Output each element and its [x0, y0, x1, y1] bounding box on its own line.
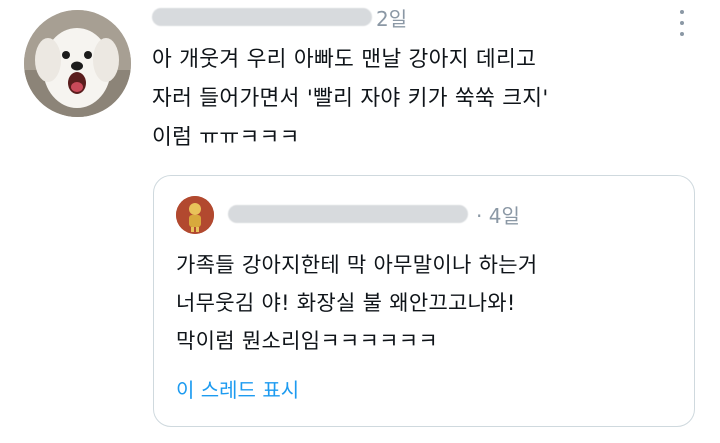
quoted-tweet-card[interactable]: · 4일 가족들 강아지한테 막 아무말이나 하는거 너무웃김 야! 화장실 불…	[153, 175, 695, 427]
tweet-header: 2일	[152, 3, 652, 32]
tweet-text: 아 개웃겨 우리 아빠도 맨날 강아지 데리고 자러 들어가면서 '빨리 자야 …	[152, 40, 692, 157]
quoted-tweet-header: · 4일	[228, 200, 520, 228]
show-thread-link[interactable]: 이 스레드 표시	[176, 374, 299, 403]
tweet-text-line: 이럼 ㅠㅠㅋㅋㅋ	[152, 125, 300, 150]
tweet-text-line: 아 개웃겨 우리 아빠도 맨날 강아지 데리고	[152, 47, 537, 72]
redacted-quoted-author-name	[228, 205, 468, 223]
dog-photo-icon	[24, 10, 131, 117]
quoted-text-line: 막이럼 뭔소리임ㅋㅋㅋㅋㅋㅋ	[176, 329, 439, 353]
quoted-tweet-text: 가족들 강아지한테 막 아무말이나 하는거 너무웃김 야! 화장실 불 왜안끄고…	[176, 246, 676, 360]
quoted-tweet-timestamp: · 4일	[476, 203, 520, 228]
tweet-text-line: 자러 들어가면서 '빨리 자야 키가 쑥쑥 크지'	[152, 86, 549, 111]
quoted-text-line: 너무웃김 야! 화장실 불 왜안끄고나와!	[176, 291, 516, 315]
author-avatar[interactable]	[24, 10, 131, 117]
quoted-text-line: 가족들 강아지한테 막 아무말이나 하는거	[176, 253, 538, 277]
tweet-timestamp[interactable]: 2일	[376, 3, 407, 32]
character-avatar-icon	[176, 196, 214, 234]
quoted-author-avatar[interactable]	[176, 196, 214, 234]
redacted-author-name	[152, 8, 372, 26]
more-options-icon[interactable]	[672, 10, 692, 36]
